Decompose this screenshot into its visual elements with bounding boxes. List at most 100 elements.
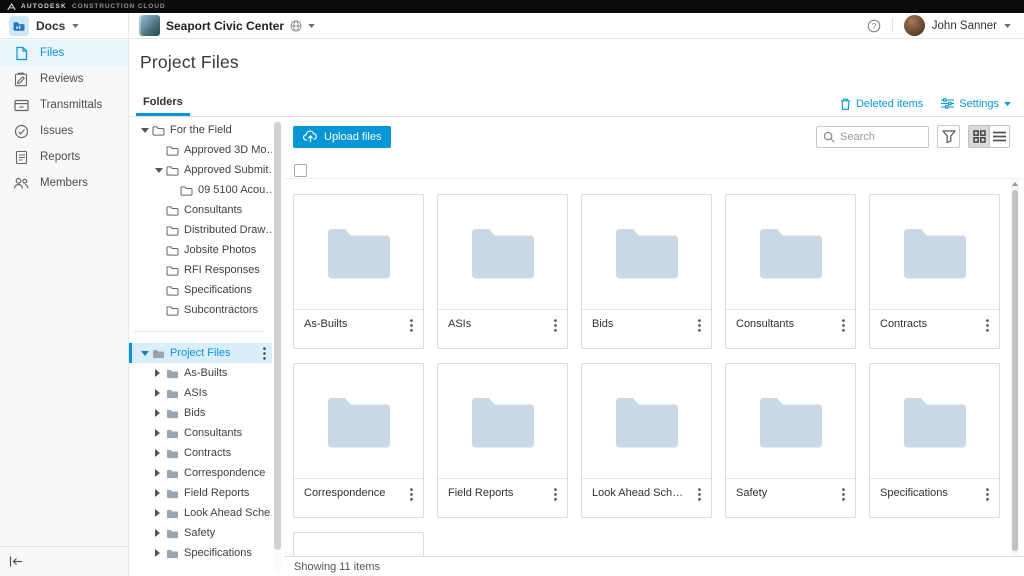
folder-card-menu-button[interactable] xyxy=(550,487,561,502)
caret-right-icon[interactable] xyxy=(155,429,166,437)
tree-item-rfi-responses[interactable]: RFI Responses xyxy=(129,260,272,280)
tree-item-contracts[interactable]: Contracts xyxy=(129,443,272,463)
folder-card-menu-button[interactable] xyxy=(838,318,849,333)
folder-outline-icon xyxy=(166,165,179,176)
folder-card-specifications[interactable]: Specifications xyxy=(869,363,1000,518)
tree-item-field-reports[interactable]: Field Reports xyxy=(129,483,272,503)
tree-item-for-the-field[interactable]: For the Field xyxy=(129,120,272,140)
tree-item-specifications[interactable]: Specifications xyxy=(129,543,272,563)
user-menu[interactable]: John Sanner xyxy=(904,15,1011,36)
folder-card-thumbnail xyxy=(726,195,855,310)
tree-item-jobsite-photos[interactable]: Jobsite Photos xyxy=(129,240,272,260)
tab-folders[interactable]: Folders xyxy=(136,91,190,116)
folder-card-as-builts[interactable]: As-Builts xyxy=(293,194,424,349)
tree-item-asis[interactable]: ASIs xyxy=(129,383,272,403)
scroll-up-arrow[interactable] xyxy=(1012,182,1018,186)
help-icon[interactable]: ? xyxy=(867,19,881,33)
folder-card-contracts[interactable]: Contracts xyxy=(869,194,1000,349)
tree-scrollbar[interactable] xyxy=(274,120,281,573)
folder-card-menu-button[interactable] xyxy=(406,487,417,502)
tree-item-label: For the Field xyxy=(170,124,232,136)
tree-item-label: Specifications xyxy=(184,284,252,296)
file-icon xyxy=(13,46,29,61)
caret-right-icon[interactable] xyxy=(155,469,166,477)
folder-large-icon xyxy=(614,395,680,448)
sidebar-item-reviews[interactable]: Reviews xyxy=(0,66,128,92)
content-scrollbar[interactable] xyxy=(1011,179,1019,555)
content-scrollbar-thumb[interactable] xyxy=(1012,190,1018,551)
tree-item-bids[interactable]: Bids xyxy=(129,403,272,423)
tree-item-project-files[interactable]: Project Files xyxy=(129,343,272,363)
caret-down-icon[interactable] xyxy=(155,168,166,173)
caret-right-icon[interactable] xyxy=(155,389,166,397)
caret-right-icon[interactable] xyxy=(155,449,166,457)
sidebar-item-issues[interactable]: Issues xyxy=(0,118,128,144)
deleted-items-button[interactable]: Deleted items xyxy=(840,98,923,110)
project-name: Seaport Civic Center xyxy=(166,19,284,33)
tree-item-09-5100-acou[interactable]: 09 5100 Acou… xyxy=(129,180,272,200)
folder-card-field-reports[interactable]: Field Reports xyxy=(437,363,568,518)
folder-card-partial[interactable] xyxy=(293,532,424,556)
sidebar-item-files[interactable]: Files xyxy=(0,40,128,66)
caret-right-icon[interactable] xyxy=(155,509,166,517)
folder-card-menu-button[interactable] xyxy=(982,487,993,502)
list-view-button[interactable] xyxy=(989,126,1009,147)
caret-right-icon[interactable] xyxy=(155,489,166,497)
caret-down-icon[interactable] xyxy=(141,351,152,356)
collapse-panel-icon[interactable] xyxy=(9,556,23,567)
folder-card-footer: Field Reports xyxy=(438,479,567,517)
tree-item-label: 09 5100 Acou… xyxy=(198,184,272,196)
folder-card-menu-button[interactable] xyxy=(406,318,417,333)
tree-item-consultants[interactable]: Consultants xyxy=(129,200,272,220)
folder-card-label: Correspondence xyxy=(304,487,385,499)
sidebar-item-label: Reports xyxy=(40,151,80,163)
caret-right-icon[interactable] xyxy=(155,409,166,417)
sidebar-item-transmittals[interactable]: Transmittals xyxy=(0,92,128,118)
top-brand-bar: AUTODESK CONSTRUCTION CLOUD xyxy=(0,0,1024,13)
folder-card-thumbnail xyxy=(294,195,423,310)
folder-card-look-ahead-schedules[interactable]: Look Ahead Schedules xyxy=(581,363,712,518)
filter-button[interactable] xyxy=(937,125,960,148)
tree-item-safety[interactable]: Safety xyxy=(129,523,272,543)
folder-card-bids[interactable]: Bids xyxy=(581,194,712,349)
tree-item-subcontractors[interactable]: Subcontractors xyxy=(129,300,272,320)
grid-view-button[interactable] xyxy=(969,126,989,147)
caret-right-icon[interactable] xyxy=(155,529,166,537)
folder-card-menu-button[interactable] xyxy=(982,318,993,333)
tree-item-specifications[interactable]: Specifications xyxy=(129,280,272,300)
folder-card-menu-button[interactable] xyxy=(550,318,561,333)
tree-item-menu-button[interactable] xyxy=(263,347,266,360)
project-switcher[interactable]: Seaport Civic Center xyxy=(129,13,315,38)
tree-item-distributed-draw[interactable]: Distributed Draw… xyxy=(129,220,272,240)
folder-card-correspondence[interactable]: Correspondence xyxy=(293,363,424,518)
search-input[interactable] xyxy=(840,131,922,143)
folder-card-menu-button[interactable] xyxy=(838,487,849,502)
tree-item-label: As-Builts xyxy=(184,367,227,379)
folder-card-consultants[interactable]: Consultants xyxy=(725,194,856,349)
folder-card-safety[interactable]: Safety xyxy=(725,363,856,518)
folder-card-menu-button[interactable] xyxy=(694,318,705,333)
tree-item-label: Consultants xyxy=(184,204,242,216)
folder-card-thumbnail xyxy=(582,364,711,479)
tree-scrollbar-thumb[interactable] xyxy=(274,122,281,550)
deleted-items-label: Deleted items xyxy=(856,98,923,110)
folder-card-footer: As-Builts xyxy=(294,310,423,348)
caret-right-icon[interactable] xyxy=(155,549,166,557)
caret-down-icon[interactable] xyxy=(141,128,152,133)
module-switcher[interactable]: Docs xyxy=(0,13,129,38)
sidebar-item-reports[interactable]: Reports xyxy=(0,144,128,170)
tree-item-correspondence[interactable]: Correspondence xyxy=(129,463,272,483)
upload-files-button[interactable]: Upload files xyxy=(293,126,391,148)
folder-filled-icon xyxy=(152,348,165,359)
folder-card-menu-button[interactable] xyxy=(694,487,705,502)
settings-button[interactable]: Settings xyxy=(941,98,1011,110)
caret-right-icon[interactable] xyxy=(155,369,166,377)
tree-item-as-builts[interactable]: As-Builts xyxy=(129,363,272,383)
tree-item-consultants[interactable]: Consultants xyxy=(129,423,272,443)
tree-item-look-ahead-sche[interactable]: Look Ahead Sche… xyxy=(129,503,272,523)
tree-item-approved-3d-mo[interactable]: Approved 3D Mo… xyxy=(129,140,272,160)
sidebar-item-members[interactable]: Members xyxy=(0,170,128,196)
tree-item-approved-submit[interactable]: Approved Submit… xyxy=(129,160,272,180)
select-all-checkbox[interactable] xyxy=(294,164,307,177)
folder-card-asis[interactable]: ASIs xyxy=(437,194,568,349)
